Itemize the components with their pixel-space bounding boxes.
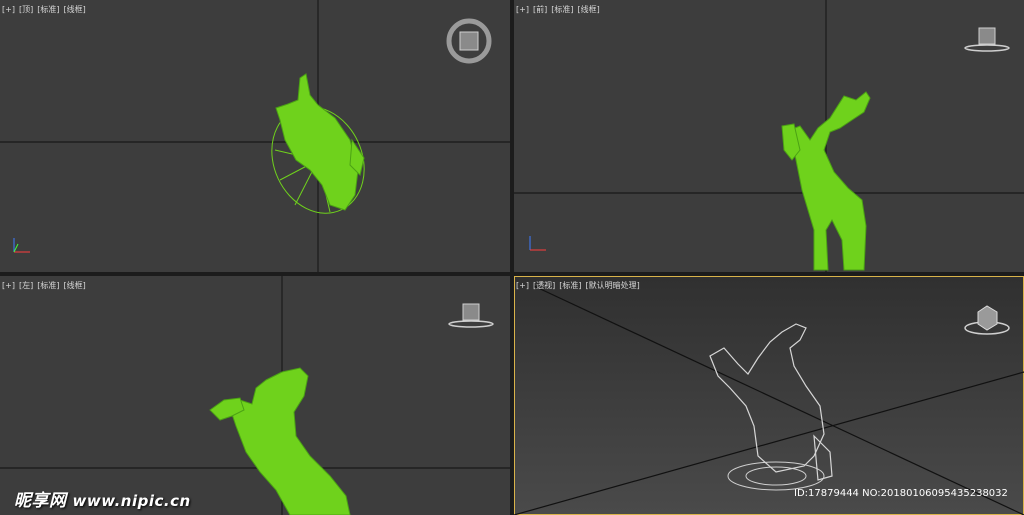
viewport-left[interactable]: [+] [左] [标准] [线框] — [0, 276, 510, 515]
view-cube-front[interactable] — [964, 27, 1010, 52]
viewport-top-canvas — [0, 0, 510, 272]
viewport-left-canvas — [0, 276, 510, 515]
viewport-perspective[interactable]: [+] [透视] [标准] [默认明暗处理] — [514, 276, 1024, 515]
view-cube-persp[interactable] — [964, 305, 1010, 335]
axis-gizmo — [529, 236, 546, 251]
viewport-left-label[interactable]: [+] [左] [标准] [线框] — [2, 280, 90, 291]
viewport-perspective-canvas — [514, 285, 1024, 515]
horse-wireframe-top — [275, 73, 365, 211]
view-cube-top[interactable] — [446, 18, 492, 64]
viewport-top-label[interactable]: [+] [顶] [标准] [线框] — [2, 4, 90, 15]
viewport-front-label[interactable]: [+] [前] [标准] [线框] — [516, 4, 604, 15]
viewport-top[interactable]: [+] [顶] [标准] [线框] — [0, 0, 510, 272]
viewport-front-canvas — [514, 0, 1024, 272]
viewport-front[interactable]: [+] [前] [标准] [线框] — [514, 0, 1024, 272]
base-disc-persp — [727, 461, 825, 491]
viewport-perspective-label[interactable]: [+] [透视] [标准] [默认明暗处理] — [516, 280, 644, 291]
watermark-id: ID:17879444 NO:20180106095435238032 — [794, 488, 1008, 499]
axis-gizmo — [13, 238, 30, 253]
horse-wireframe-persp — [709, 323, 833, 481]
watermark-brand: 昵享网 www.nipic.cn — [14, 491, 191, 511]
view-cube-left[interactable] — [448, 303, 494, 328]
horse-wireframe-left — [209, 367, 351, 515]
